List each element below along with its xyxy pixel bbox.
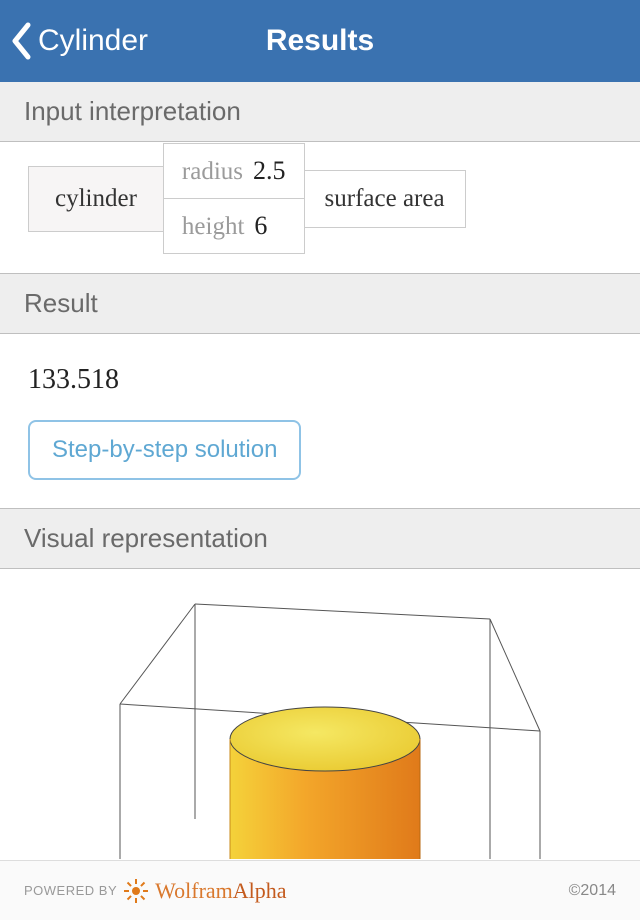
param-row: height 6 bbox=[164, 199, 304, 253]
copyright: ©2014 bbox=[569, 882, 616, 900]
section-header-visual: Visual representation bbox=[0, 508, 640, 569]
header-bar: Cylinder Results bbox=[0, 0, 640, 82]
brand-alpha: Alpha bbox=[233, 878, 287, 903]
section-header-result: Result bbox=[0, 273, 640, 334]
back-button[interactable]: Cylinder bbox=[10, 22, 148, 60]
param-row: radius 2.5 bbox=[164, 144, 304, 199]
param-label: radius bbox=[182, 158, 243, 186]
section-header-interpretation: Input interpretation bbox=[0, 82, 640, 142]
param-value: 6 bbox=[254, 211, 267, 241]
brand-wolfram: Wolfram bbox=[155, 878, 233, 903]
wolfram-logo-icon bbox=[123, 878, 149, 904]
param-label: height bbox=[182, 213, 245, 241]
back-label: Cylinder bbox=[38, 24, 148, 58]
interpretation-params: radius 2.5 height 6 bbox=[164, 144, 304, 253]
cylinder-3d-icon bbox=[85, 579, 555, 859]
visual-representation bbox=[0, 569, 640, 859]
interpretation-body: cylinder radius 2.5 height 6 surface are… bbox=[0, 142, 640, 273]
interpretation-shape: cylinder bbox=[28, 166, 164, 232]
interpretation-quantity: surface area bbox=[304, 170, 466, 228]
chevron-left-icon bbox=[10, 22, 32, 60]
brand: WolframAlpha bbox=[123, 878, 286, 904]
footer: POWERED BY WolframAlpha ©2014 bbox=[0, 860, 640, 920]
brand-text: WolframAlpha bbox=[155, 878, 286, 904]
powered-by-label: POWERED BY bbox=[24, 883, 117, 898]
step-by-step-button[interactable]: Step-by-step solution bbox=[28, 420, 301, 480]
result-value: 133.518 bbox=[0, 334, 640, 420]
param-value: 2.5 bbox=[253, 156, 286, 186]
page-title: Results bbox=[266, 24, 374, 58]
